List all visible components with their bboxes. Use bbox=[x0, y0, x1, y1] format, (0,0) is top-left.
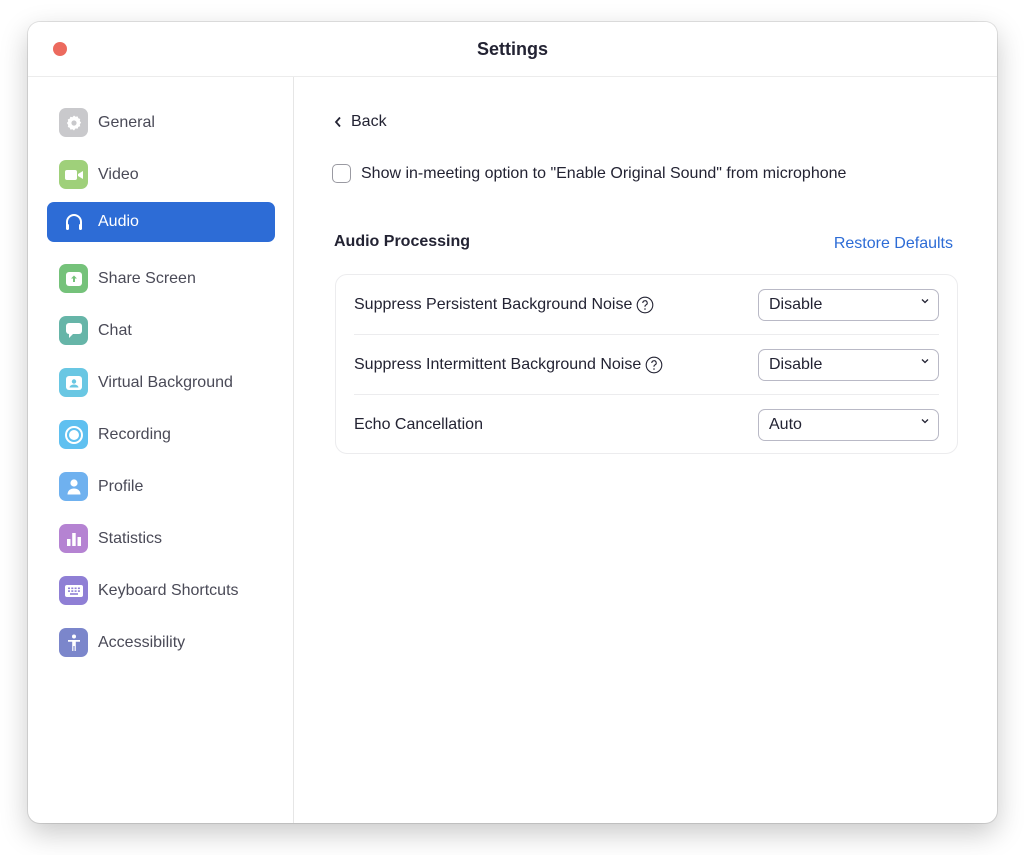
persistent-noise-select[interactable]: Disable bbox=[758, 289, 939, 321]
setting-row: Echo Cancellation Auto bbox=[354, 394, 939, 454]
select-value: Disable bbox=[769, 356, 823, 373]
settings-window: Settings General Video Audio Share Scree… bbox=[28, 22, 997, 823]
accessibility-icon bbox=[59, 628, 88, 657]
user-icon bbox=[59, 472, 88, 501]
sidebar-item-label: Accessibility bbox=[98, 634, 186, 651]
sidebar-item-accessibility[interactable]: Accessibility bbox=[47, 623, 275, 663]
chevron-down-icon bbox=[921, 299, 929, 304]
sidebar-item-label: Share Screen bbox=[98, 270, 196, 287]
setting-row: Suppress Persistent Background Noise Dis… bbox=[354, 275, 939, 335]
select-value: Disable bbox=[769, 296, 823, 313]
sidebar-item-recording[interactable]: Recording bbox=[47, 415, 275, 455]
back-label: Back bbox=[351, 113, 387, 130]
sidebar-item-video[interactable]: Video bbox=[47, 155, 275, 195]
chevron-left-icon bbox=[334, 116, 341, 128]
sidebar-item-label: Keyboard Shortcuts bbox=[98, 582, 239, 599]
help-icon[interactable] bbox=[645, 356, 663, 374]
chat-bubble-icon bbox=[59, 316, 88, 345]
bar-chart-icon bbox=[59, 524, 88, 553]
sidebar: General Video Audio Share Screen Chat Vi… bbox=[28, 77, 294, 823]
original-sound-label: Show in-meeting option to "Enable Origin… bbox=[361, 164, 847, 182]
sidebar-item-virtual-background[interactable]: Virtual Background bbox=[47, 363, 275, 403]
restore-defaults-link[interactable]: Restore Defaults bbox=[834, 235, 953, 253]
original-sound-option: Show in-meeting option to "Enable Origin… bbox=[332, 164, 846, 183]
sidebar-item-label: Video bbox=[98, 166, 139, 183]
keyboard-icon bbox=[59, 576, 88, 605]
sidebar-item-label: Recording bbox=[98, 426, 171, 443]
help-icon[interactable] bbox=[636, 296, 654, 314]
headphones-icon bbox=[59, 207, 88, 236]
intermittent-noise-select[interactable]: Disable bbox=[758, 349, 939, 381]
sidebar-item-label: Audio bbox=[98, 213, 139, 230]
sidebar-item-label: General bbox=[98, 114, 155, 131]
chevron-down-icon bbox=[921, 359, 929, 364]
sidebar-item-chat[interactable]: Chat bbox=[47, 311, 275, 351]
echo-cancellation-select[interactable]: Auto bbox=[758, 409, 939, 441]
record-icon bbox=[59, 420, 88, 449]
sidebar-item-label: Virtual Background bbox=[98, 374, 233, 391]
original-sound-checkbox[interactable] bbox=[332, 164, 351, 183]
setting-row: Suppress Intermittent Background Noise D… bbox=[354, 334, 939, 394]
sidebar-item-share-screen[interactable]: Share Screen bbox=[47, 259, 275, 299]
section-title: Audio Processing bbox=[334, 233, 471, 250]
sidebar-item-label: Profile bbox=[98, 478, 144, 495]
setting-label: Suppress Persistent Background Noise bbox=[354, 296, 633, 313]
sidebar-item-keyboard-shortcuts[interactable]: Keyboard Shortcuts bbox=[47, 571, 275, 611]
share-screen-icon bbox=[59, 264, 88, 293]
setting-label: Suppress Intermittent Background Noise bbox=[354, 355, 642, 373]
video-camera-icon bbox=[59, 160, 88, 189]
select-value: Auto bbox=[769, 416, 802, 433]
sidebar-item-statistics[interactable]: Statistics bbox=[47, 519, 275, 559]
gear-icon bbox=[59, 108, 88, 137]
back-button[interactable]: Back bbox=[334, 113, 387, 131]
settings-content: Back Show in-meeting option to "Enable O… bbox=[295, 77, 997, 823]
sidebar-item-general[interactable]: General bbox=[47, 103, 275, 143]
window-title: Settings bbox=[476, 39, 548, 59]
sidebar-item-profile[interactable]: Profile bbox=[47, 467, 275, 507]
audio-processing-card: Suppress Persistent Background Noise Dis… bbox=[335, 274, 958, 454]
setting-label: Echo Cancellation bbox=[354, 415, 483, 433]
person-portrait-icon bbox=[59, 368, 88, 397]
title-bar: Settings bbox=[28, 22, 997, 77]
sidebar-item-label: Chat bbox=[98, 322, 132, 339]
chevron-down-icon bbox=[921, 419, 929, 424]
sidebar-item-label: Statistics bbox=[98, 530, 163, 547]
sidebar-item-audio[interactable]: Audio bbox=[47, 202, 275, 242]
